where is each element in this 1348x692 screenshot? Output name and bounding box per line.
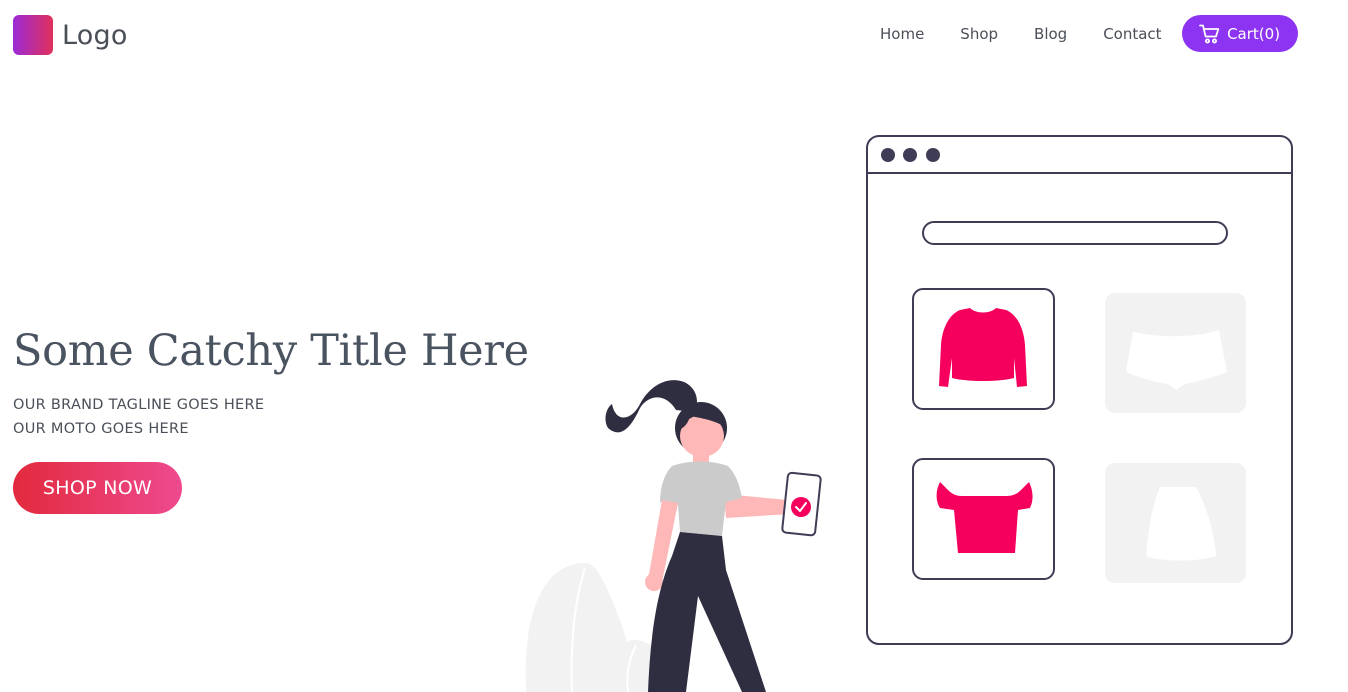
browser-window [866,135,1293,645]
sweater-icon [939,308,1027,387]
check-icon [791,497,811,517]
search-bar-shape [922,221,1228,245]
hero-illustration [525,135,1293,692]
